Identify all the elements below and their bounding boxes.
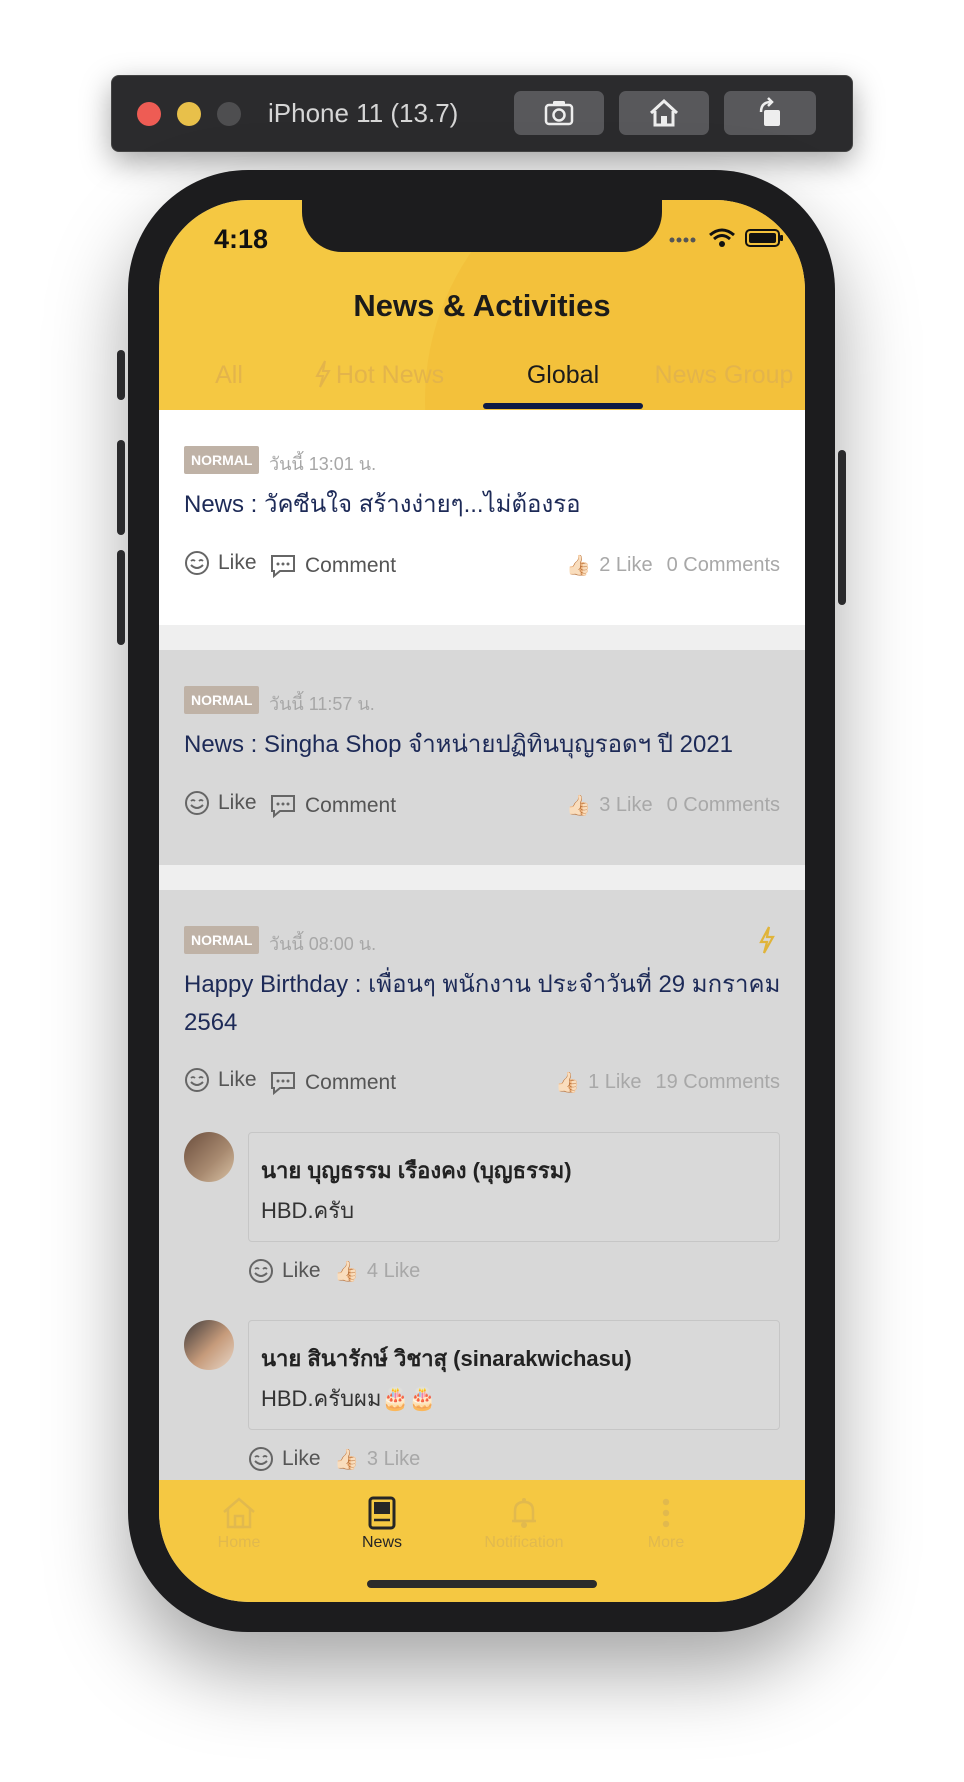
like-count: 1 Like — [588, 1071, 642, 1093]
comment-like-stats: 👍🏻 4 Like — [334, 1260, 421, 1283]
rotate-icon — [759, 97, 780, 126]
avatar[interactable] — [184, 1132, 234, 1182]
minimize-window-button[interactable] — [177, 102, 201, 126]
comment-item: นาย บุญธรรม เรืองคง (บุญธรรม) HBD.ครับ L… — [184, 1132, 780, 1292]
post-time: วันนี้ 08:00 น. — [269, 934, 377, 954]
house-icon — [649, 98, 679, 127]
silent-switch — [117, 350, 125, 400]
comment-icon — [271, 555, 295, 579]
commenter-name: นาย บุญธรรม เรืองคง (บุญธรรม) — [261, 1158, 572, 1183]
bell-icon — [512, 1498, 536, 1528]
comment-count: 19 Comments — [655, 1071, 781, 1093]
news-card[interactable]: NORMAL วันนี้ 13:01 น. News : วัคซีนใจ ส… — [159, 410, 805, 625]
home-indicator[interactable] — [367, 1580, 597, 1588]
news-card[interactable]: NORMAL วันนี้ 11:57 น. News : Singha Sho… — [159, 650, 805, 865]
smile-icon — [185, 551, 209, 575]
tab-news-group[interactable]: News Group — [649, 360, 799, 410]
comment-like-button[interactable]: Like — [248, 1446, 321, 1472]
like-button[interactable]: Like — [184, 790, 257, 816]
app-screen: 4:18 News & Activities All Hot News Glob… — [159, 200, 805, 1602]
hot-news-lightning-icon — [759, 926, 775, 954]
simulator-title: iPhone 11 (13.7) — [268, 98, 459, 128]
simulator-toolbar: iPhone 11 (13.7) — [111, 75, 853, 152]
comment-item: นาย สินารักษ์ วิชาสุ (sinarakwichasu) HB… — [184, 1320, 780, 1480]
normal-badge: NORMAL — [184, 926, 260, 954]
thumbs-up-icon: 👍🏻 — [566, 795, 592, 817]
comment-button[interactable]: Comment — [269, 553, 396, 579]
comment-text: HBD.ครับ — [261, 1198, 355, 1223]
screenshot-button[interactable] — [514, 91, 604, 135]
more-icon — [662, 1498, 670, 1528]
volume-up-button — [117, 440, 125, 535]
status-time: 4:18 — [214, 224, 269, 254]
iphone-frame: 4:18 News & Activities All Hot News Glob… — [117, 170, 846, 1632]
notch — [302, 200, 662, 252]
avatar[interactable] — [184, 1320, 234, 1370]
news-icon — [368, 1496, 396, 1530]
comment-button[interactable]: Comment — [269, 1070, 396, 1096]
post-title[interactable]: News : วัคซีนใจ สร้างง่ายๆ...ไม่ต้องรอ — [184, 486, 784, 524]
post-stats: 👍🏻 3 Like 0 Comments — [566, 793, 780, 818]
like-count: 2 Like — [599, 554, 653, 576]
tab-bar-top: All Hot News Global News Group — [159, 360, 805, 410]
home-button[interactable] — [619, 91, 709, 135]
like-count: 3 Like — [599, 794, 653, 816]
tab-hot-news[interactable]: Hot News — [309, 360, 449, 410]
tab-news[interactable]: News — [317, 1496, 447, 1552]
close-window-button[interactable] — [137, 102, 161, 126]
smile-icon — [185, 1068, 209, 1092]
commenter-name: นาย สินารักษ์ วิชาสุ (sinarakwichasu) — [261, 1346, 632, 1371]
tab-all[interactable]: All — [174, 360, 284, 410]
tab-notification[interactable]: Notification — [459, 1496, 589, 1552]
post-stats: 👍🏻 2 Like 0 Comments — [566, 553, 780, 578]
page-title: News & Activities — [353, 288, 611, 323]
lightning-icon — [315, 360, 331, 388]
post-title[interactable]: News : Singha Shop จำหน่ายปฏิทินบุญรอดฯ … — [184, 726, 784, 764]
thumbs-up-icon: 👍🏻 — [555, 1072, 581, 1094]
news-feed[interactable]: NORMAL วันนี้ 13:01 น. News : วัคซีนใจ ส… — [159, 410, 805, 1480]
volume-down-button — [117, 550, 125, 645]
camera-icon — [544, 101, 574, 126]
zoom-window-button[interactable] — [217, 102, 241, 126]
post-time: วันนี้ 11:57 น. — [269, 694, 375, 714]
like-button[interactable]: Like — [184, 550, 257, 576]
thumbs-up-icon: 👍🏻 — [334, 1449, 359, 1471]
comment-button[interactable]: Comment — [269, 793, 396, 819]
thumbs-up-icon: 👍🏻 — [566, 555, 592, 577]
tab-more[interactable]: More — [601, 1496, 731, 1552]
status-icons — [669, 228, 785, 248]
comment-icon — [271, 795, 295, 819]
battery-icon — [745, 229, 783, 247]
thumbs-up-icon: 👍🏻 — [334, 1261, 359, 1283]
like-button[interactable]: Like — [184, 1067, 257, 1093]
post-stats: 👍🏻 1 Like 19 Comments — [555, 1070, 780, 1095]
active-tab-indicator — [483, 403, 643, 409]
comment-count: 0 Comments — [666, 554, 780, 576]
news-card[interactable]: NORMAL วันนี้ 08:00 น. Happy Birthday : … — [159, 890, 805, 1480]
smile-icon — [249, 1259, 273, 1283]
wifi-icon — [709, 228, 735, 247]
normal-badge: NORMAL — [184, 686, 260, 714]
home-icon — [223, 1497, 255, 1529]
signal-icon — [669, 237, 696, 243]
comment-like-button[interactable]: Like — [248, 1258, 321, 1284]
comment-like-stats: 👍🏻 3 Like — [334, 1448, 421, 1471]
rotate-button[interactable] — [724, 91, 816, 135]
comment-text: HBD.ครับผม🎂🎂 — [261, 1386, 437, 1411]
smile-icon — [249, 1447, 273, 1471]
bottom-tab-bar: Home News Notification More — [159, 1480, 805, 1602]
normal-badge: NORMAL — [184, 446, 260, 474]
comment-count: 0 Comments — [666, 794, 780, 816]
smile-icon — [185, 791, 209, 815]
comment-bubble: นาย สินารักษ์ วิชาสุ (sinarakwichasu) HB… — [248, 1320, 780, 1430]
tab-home[interactable]: Home — [174, 1496, 304, 1552]
comment-icon — [271, 1072, 295, 1096]
post-title[interactable]: Happy Birthday : เพื่อนๆ พนักงาน ประจำวั… — [184, 966, 784, 1042]
power-button — [838, 450, 846, 605]
post-time: วันนี้ 13:01 น. — [269, 454, 377, 474]
comment-bubble: นาย บุญธรรม เรืองคง (บุญธรรม) HBD.ครับ — [248, 1132, 780, 1242]
